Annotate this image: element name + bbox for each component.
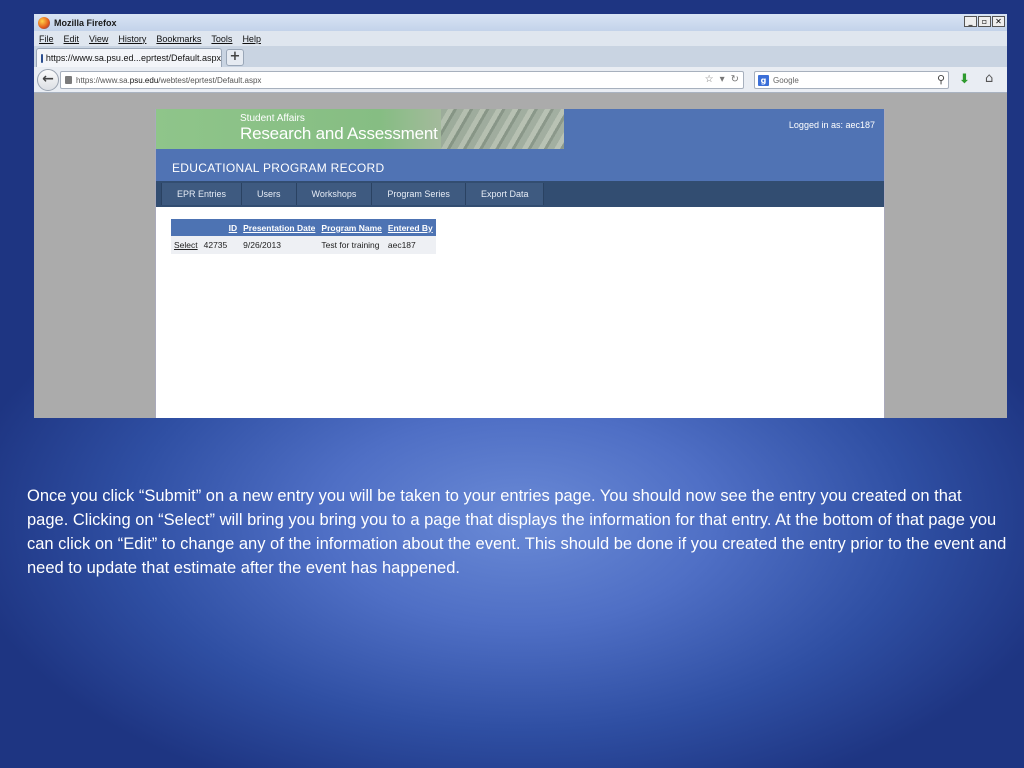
navigation-bar: ← https://www.sa.psu.edu/webtest/eprtest…: [34, 67, 1007, 93]
header-entered-by[interactable]: Entered By: [384, 219, 436, 236]
close-button[interactable]: ✕: [992, 16, 1005, 27]
url-text: https://www.sa.psu.edu/webtest/eprtest/D…: [76, 75, 262, 85]
menu-file[interactable]: File: [39, 34, 54, 44]
search-placeholder: Google: [773, 75, 799, 85]
cell-program-name: Test for training: [318, 236, 385, 254]
nav-users[interactable]: Users: [242, 183, 297, 205]
banner-photo: [441, 109, 564, 149]
banner-title: Research and Assessment: [240, 124, 438, 143]
cell-presentation-date: 9/26/2013: [240, 236, 319, 254]
browser-window: Mozilla Firefox _ ▫ ✕ File Edit View His…: [34, 14, 1007, 418]
address-bar[interactable]: https://www.sa.psu.edu/webtest/eprtest/D…: [60, 71, 744, 89]
menu-help[interactable]: Help: [242, 34, 261, 44]
header-program-name[interactable]: Program Name: [318, 219, 385, 236]
cell-id: 42735: [200, 236, 241, 254]
firefox-logo-icon: [38, 16, 50, 29]
restore-button[interactable]: ▫: [978, 16, 991, 27]
search-icon[interactable]: ⚲: [937, 73, 945, 86]
menu-history[interactable]: History: [118, 34, 146, 44]
banner: Student Affairs Research and Assessment: [156, 109, 564, 149]
download-icon[interactable]: ⬇: [959, 72, 970, 87]
tab-label: https://www.sa.psu.ed...eprtest/Default.…: [45, 53, 221, 63]
table-header-row: ID Presentation Date Program Name Entere…: [171, 219, 436, 236]
web-page: Student Affairs Research and Assessment …: [155, 109, 885, 418]
reload-icon[interactable]: ↻: [731, 74, 739, 85]
select-link[interactable]: Select: [171, 236, 201, 254]
logged-in-status: Logged in as: aec187: [788, 120, 875, 130]
site-nav: EPR Entries Users Workshops Program Seri…: [156, 181, 884, 207]
menu-edit[interactable]: Edit: [64, 34, 80, 44]
title-bar: Mozilla Firefox _ ▫ ✕: [34, 14, 1007, 31]
tab-bar: https://www.sa.psu.ed...eprtest/Default.…: [34, 46, 1007, 67]
cell-entered-by: aec187: [384, 236, 436, 254]
banner-subtitle: Student Affairs: [240, 113, 305, 124]
site-header: Student Affairs Research and Assessment …: [156, 109, 884, 181]
psu-favicon-icon: [41, 53, 43, 63]
slide-caption: Once you click “Submit” on a new entry y…: [27, 487, 1007, 577]
menu-view[interactable]: View: [89, 34, 108, 44]
header-id[interactable]: ID: [200, 219, 241, 236]
browser-tab[interactable]: https://www.sa.psu.ed...eprtest/Default.…: [36, 48, 222, 67]
nav-epr-entries[interactable]: EPR Entries: [161, 183, 243, 205]
nav-workshops[interactable]: Workshops: [296, 183, 373, 205]
window-controls: _ ▫ ✕: [964, 16, 1005, 27]
header-select: [171, 219, 201, 236]
minimize-button[interactable]: _: [964, 16, 977, 27]
search-bar[interactable]: g Google ⚲: [754, 71, 949, 89]
google-icon[interactable]: g: [758, 74, 769, 86]
lock-icon: [65, 76, 72, 84]
menu-bar: File Edit View History Bookmarks Tools H…: [34, 31, 1007, 46]
nav-export-data[interactable]: Export Data: [465, 183, 545, 205]
menu-tools[interactable]: Tools: [211, 34, 232, 44]
menu-bookmarks[interactable]: Bookmarks: [156, 34, 201, 44]
back-button[interactable]: ←: [37, 68, 59, 91]
home-icon[interactable]: ⌂: [985, 71, 993, 86]
header-presentation-date[interactable]: Presentation Date: [240, 219, 319, 236]
dropdown-arrow-icon[interactable]: ▾: [720, 74, 725, 85]
nav-program-series[interactable]: Program Series: [372, 183, 466, 205]
bookmark-star-icon[interactable]: ☆: [705, 74, 714, 85]
table-row: Select 42735 9/26/2013 Test for training…: [171, 236, 436, 254]
entries-table: ID Presentation Date Program Name Entere…: [171, 219, 436, 254]
new-tab-button[interactable]: +: [226, 49, 244, 66]
window-title: Mozilla Firefox: [54, 17, 117, 28]
page-title: EDUCATIONAL PROGRAM RECORD: [172, 161, 385, 175]
